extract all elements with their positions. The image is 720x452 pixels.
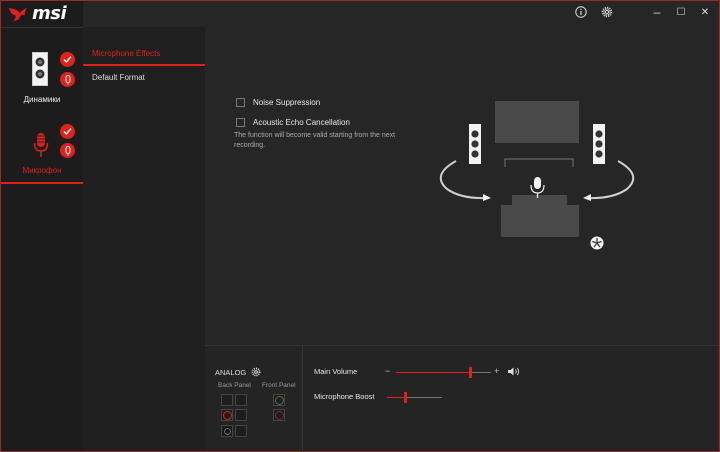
- fan-icon: [590, 236, 604, 250]
- settings-button[interactable]: [596, 3, 618, 21]
- microphone-boost-slider[interactable]: [387, 392, 442, 403]
- device-label: Динамики: [23, 95, 61, 104]
- jack-empty: [221, 394, 233, 406]
- jack-front-mic[interactable]: [273, 409, 285, 421]
- room-illustration: [439, 101, 635, 250]
- noise-suppression-option[interactable]: Noise Suppression: [236, 98, 320, 107]
- dragon-icon: [9, 8, 27, 21]
- device-sidebar: Динамики Микрофон: [1, 1, 83, 451]
- jack-empty: [235, 409, 247, 421]
- jack-empty: [235, 394, 247, 406]
- microphone-icon: [33, 133, 49, 157]
- brand-name: msi: [32, 3, 67, 24]
- effects-panel: Noise Suppression Acoustic Echo Cancella…: [205, 27, 719, 345]
- main-volume-slider[interactable]: [396, 367, 491, 378]
- volume-minus[interactable]: −: [385, 366, 390, 376]
- volume-plus[interactable]: +: [494, 366, 499, 376]
- analog-label: ANALOG: [215, 367, 247, 377]
- default-device-check-icon[interactable]: [60, 124, 75, 139]
- front-panel-label: Front Panel: [262, 382, 296, 389]
- microphone-boost-thumb[interactable]: [404, 392, 407, 403]
- jack-front-headphone[interactable]: [273, 394, 285, 406]
- active-device-indicator: [1, 182, 83, 184]
- device-microphone[interactable]: Микрофон: [1, 112, 83, 186]
- default-communication-icon[interactable]: [60, 72, 75, 87]
- speaker-icon: [469, 124, 481, 164]
- feature-tabs: Microphone Effects Default Format: [83, 27, 205, 451]
- close-button[interactable]: ✕: [694, 3, 716, 21]
- analog-jacks-panel: ANALOG Back Panel Front Panel: [205, 346, 303, 452]
- default-device-check-icon[interactable]: [60, 52, 75, 67]
- microphone-icon: [530, 177, 545, 198]
- main-volume-fill: [396, 372, 470, 373]
- microphone-boost-label: Microphone Boost: [314, 392, 375, 401]
- microphone-boost-fill: [387, 397, 405, 398]
- device-label: Микрофон: [22, 166, 62, 175]
- back-panel-label: Back Panel: [218, 382, 251, 389]
- speaker-volume-icon[interactable]: [508, 367, 520, 376]
- info-button[interactable]: [570, 3, 592, 21]
- app-window: Динамики Микрофон msi – ☐ ✕ Microphone E…: [0, 0, 720, 452]
- msi-logo: msi: [8, 3, 67, 24]
- speaker-icon: [593, 124, 605, 164]
- echo-cancellation-checkbox[interactable]: [236, 118, 245, 127]
- minimize-button[interactable]: –: [646, 3, 668, 21]
- maximize-button[interactable]: ☐: [670, 3, 692, 21]
- bottom-controls: ANALOG Back Panel Front Panel Main Volum…: [205, 345, 719, 452]
- jack-mic-in[interactable]: [221, 409, 233, 421]
- gear-icon: [601, 6, 613, 18]
- main-volume-thumb[interactable]: [469, 367, 472, 378]
- default-communication-icon[interactable]: [60, 143, 75, 158]
- tab-default-format[interactable]: Default Format: [83, 67, 205, 89]
- jack-empty: [235, 425, 247, 437]
- info-icon: [575, 6, 587, 18]
- speaker-icon: [32, 52, 48, 86]
- echo-cancellation-option[interactable]: Acoustic Echo Cancellation: [236, 118, 350, 127]
- jack-black[interactable]: [221, 425, 233, 437]
- gear-icon[interactable]: [251, 367, 261, 377]
- noise-suppression-checkbox[interactable]: [236, 98, 245, 107]
- tab-microphone-effects[interactable]: Microphone Effects: [83, 43, 205, 65]
- main-volume-label: Main Volume: [314, 367, 358, 376]
- active-tab-indicator: [83, 64, 205, 66]
- device-speakers[interactable]: Динамики: [1, 28, 83, 112]
- echo-cancellation-label: Acoustic Echo Cancellation: [253, 118, 350, 127]
- noise-suppression-label: Noise Suppression: [253, 98, 321, 107]
- title-bar: msi – ☐ ✕: [1, 1, 719, 27]
- effects-note: The function will become valid starting …: [234, 132, 396, 149]
- analog-title: ANALOG: [215, 367, 261, 377]
